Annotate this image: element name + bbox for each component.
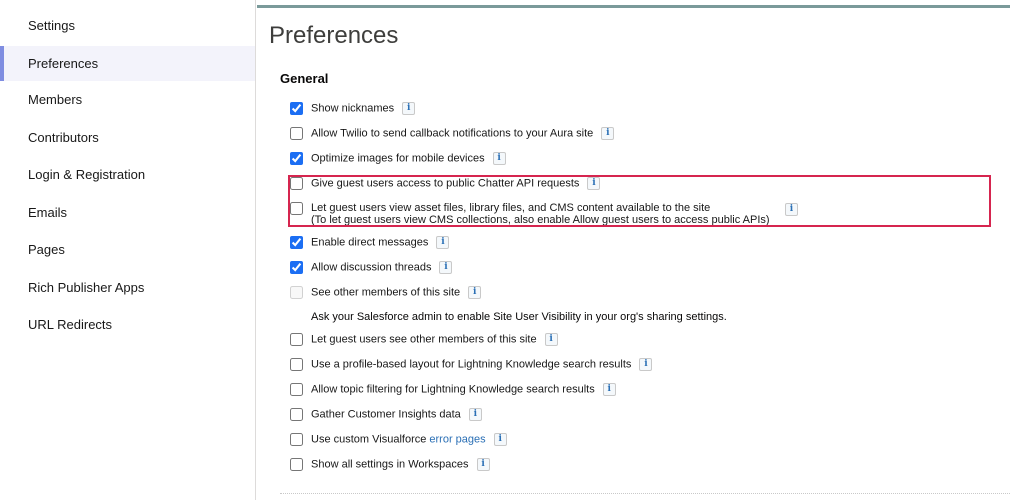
- sidebar-item-contributors[interactable]: Contributors: [0, 120, 255, 155]
- see-other-members-checkbox[interactable]: [290, 286, 303, 299]
- info-icon[interactable]: i: [402, 102, 416, 115]
- info-icon[interactable]: i: [587, 177, 601, 190]
- sidebar-item-members[interactable]: Members: [0, 82, 255, 117]
- direct-messages-checkbox[interactable]: [290, 236, 303, 249]
- info-icon[interactable]: i: [468, 408, 482, 421]
- option-label: Give guest users access to public Chatte…: [311, 177, 580, 190]
- info-icon[interactable]: i: [544, 333, 558, 346]
- sidebar-item-login-registration[interactable]: Login & Registration: [0, 157, 255, 192]
- info-icon[interactable]: i: [493, 433, 507, 446]
- option-label: Show nicknames: [311, 102, 395, 115]
- guest-asset-files-checkbox[interactable]: [290, 202, 303, 215]
- info-icon[interactable]: i: [436, 236, 450, 249]
- guest-chatter-api-checkbox[interactable]: [290, 177, 303, 190]
- option-label: Allow topic filtering for Lightning Know…: [311, 383, 595, 396]
- discussion-threads-checkbox[interactable]: [290, 261, 303, 274]
- guest-see-members-checkbox[interactable]: [290, 333, 303, 346]
- profile-layout-knowledge-checkbox[interactable]: [290, 358, 303, 371]
- option-label: Allow Twilio to send callback notificati…: [311, 127, 594, 140]
- info-icon[interactable]: i: [601, 127, 615, 140]
- option-label: Enable direct messages: [311, 236, 429, 249]
- option-label: Gather Customer Insights data: [311, 408, 461, 421]
- sidebar-item-settings[interactable]: Settings: [0, 8, 255, 43]
- option-label: Optimize images for mobile devices: [311, 152, 485, 165]
- sidebar: Settings Preferences Members Contributor…: [0, 0, 256, 500]
- optimize-images-checkbox[interactable]: [290, 152, 303, 165]
- visibility-note: Ask your Salesforce admin to enable Site…: [311, 311, 727, 323]
- workspaces-settings-checkbox[interactable]: [290, 458, 303, 471]
- option-label: Use a profile-based layout for Lightning…: [311, 358, 632, 371]
- sidebar-item-pages[interactable]: Pages: [0, 232, 255, 267]
- error-pages-link[interactable]: error pages: [429, 433, 485, 445]
- sidebar-item-preferences[interactable]: Preferences: [0, 46, 255, 81]
- info-icon[interactable]: i: [439, 261, 453, 274]
- option-label: Show all settings in Workspaces: [311, 458, 469, 471]
- info-icon[interactable]: i: [639, 358, 653, 371]
- option-label: Let guest users view asset files, librar…: [311, 202, 711, 214]
- custom-visualforce-checkbox[interactable]: [290, 433, 303, 446]
- info-icon[interactable]: i: [602, 383, 616, 396]
- info-icon[interactable]: i: [492, 152, 506, 165]
- info-icon[interactable]: i: [468, 286, 482, 299]
- info-icon[interactable]: i: [785, 203, 798, 216]
- option-sublabel: (To let guest users view CMS collections…: [311, 214, 770, 226]
- show-nicknames-checkbox[interactable]: [290, 102, 303, 115]
- info-icon[interactable]: i: [476, 458, 490, 471]
- sidebar-item-url-redirects[interactable]: URL Redirects: [0, 307, 255, 342]
- section-divider: [280, 493, 1010, 494]
- sidebar-item-rich-publisher-apps[interactable]: Rich Publisher Apps: [0, 270, 255, 305]
- topic-filtering-knowledge-checkbox[interactable]: [290, 383, 303, 396]
- option-label: See other members of this site: [311, 286, 461, 299]
- option-label: Use custom Visualforce: [311, 433, 430, 446]
- top-accent-bar: [257, 5, 1010, 8]
- section-title-general: General: [280, 71, 329, 86]
- twilio-callback-checkbox[interactable]: [290, 127, 303, 140]
- page-title: Preferences: [269, 22, 399, 49]
- option-label: Allow discussion threads: [311, 261, 432, 274]
- sidebar-item-emails[interactable]: Emails: [0, 195, 255, 230]
- customer-insights-checkbox[interactable]: [290, 408, 303, 421]
- option-label: Let guest users see other members of thi…: [311, 333, 537, 346]
